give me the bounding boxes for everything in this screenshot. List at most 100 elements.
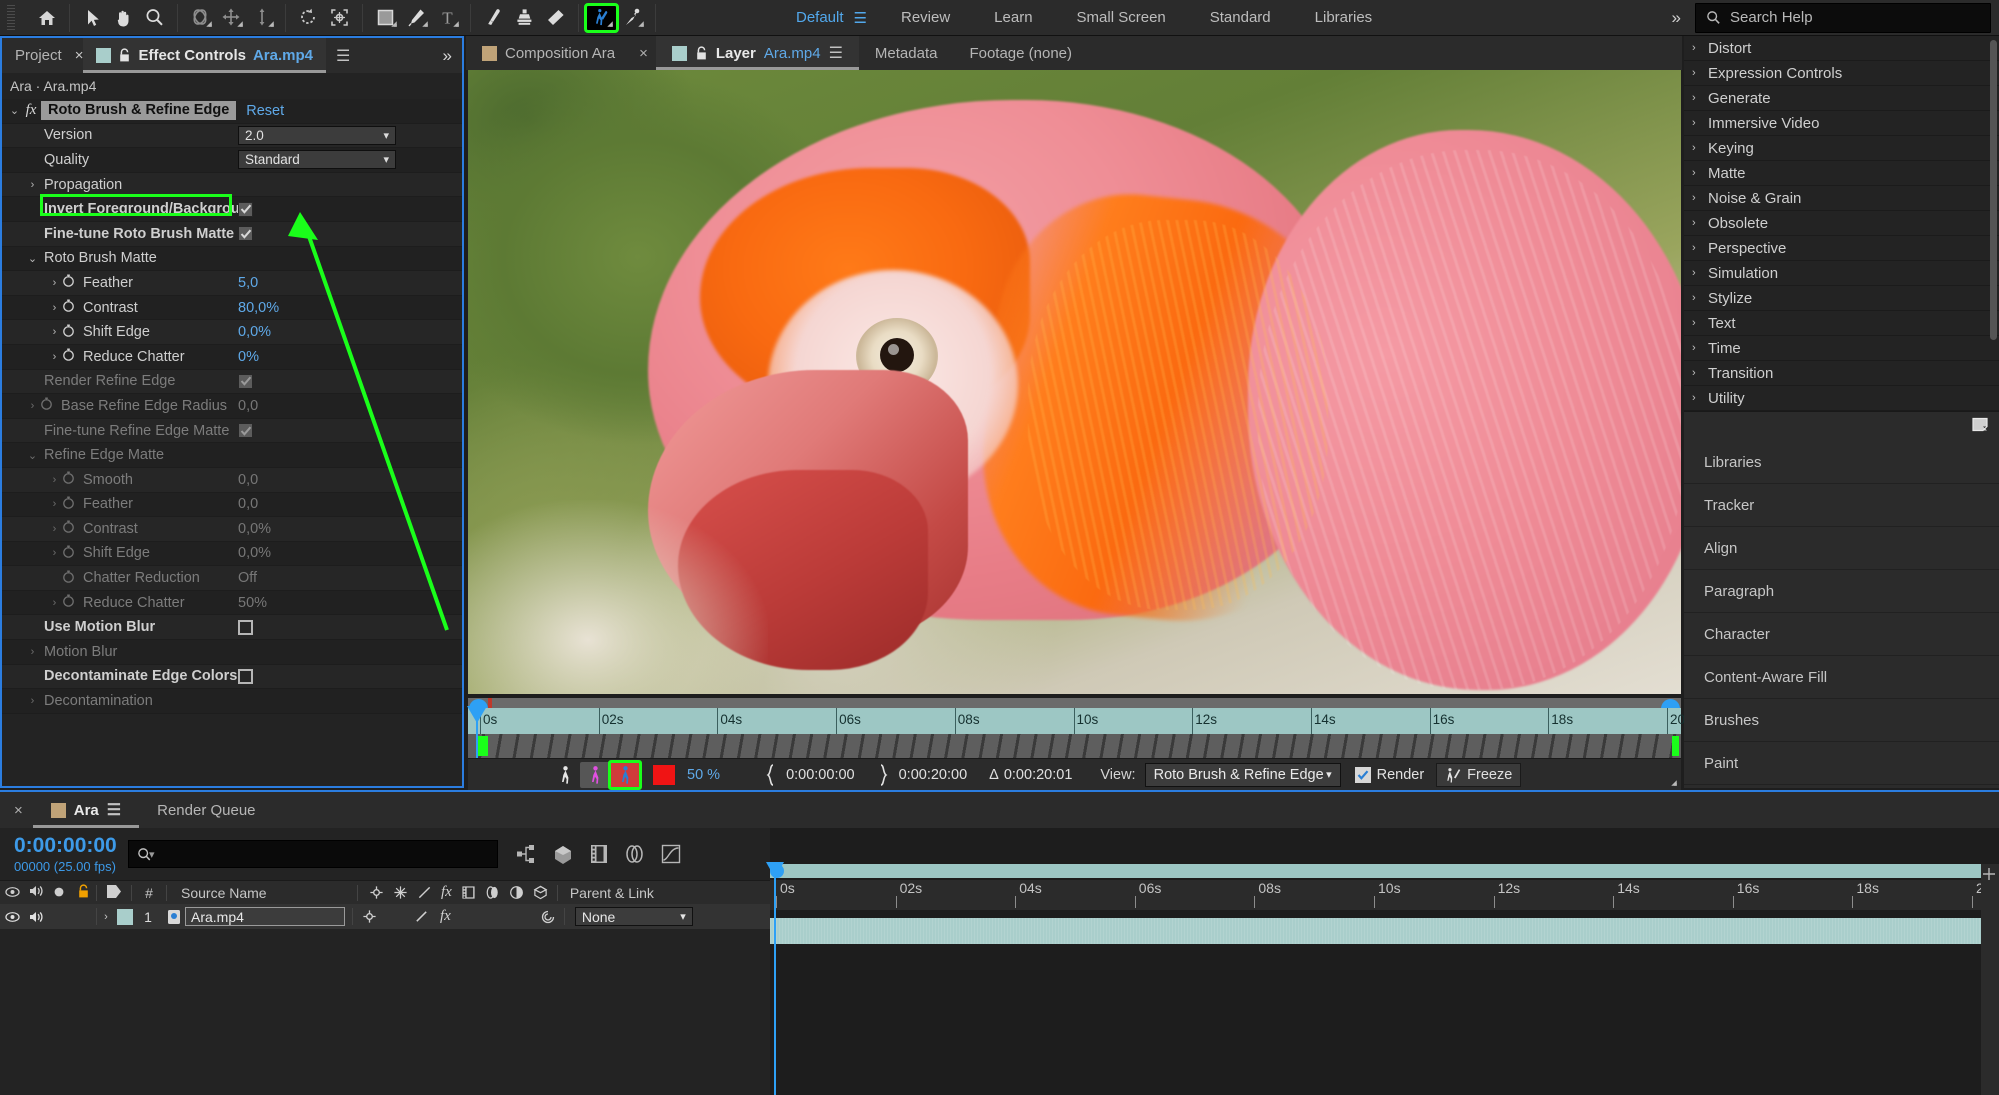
toolbar-grip[interactable] — [4, 4, 18, 31]
effect-row-value[interactable]: 0% — [238, 349, 259, 365]
zoom-tool[interactable] — [139, 5, 170, 31]
twirl-right-icon[interactable]: › — [26, 646, 39, 658]
tab-comp-ara[interactable]: Ara ☰ — [33, 792, 139, 828]
workspace-overflow-icon[interactable]: » — [1658, 8, 1695, 28]
close-project-tab-icon[interactable]: × — [75, 47, 84, 64]
selection-tool[interactable] — [77, 5, 108, 31]
table-row[interactable]: › 1 Ara.mp4 fx None ▾ — [0, 904, 770, 929]
pan-tool[interactable] — [216, 5, 247, 31]
side-tab-tracker[interactable]: Tracker — [1684, 484, 1999, 527]
effect-category-time[interactable]: › Time — [1684, 336, 1999, 361]
timeline-menu-icon[interactable]: ☰ — [107, 800, 121, 820]
effect-row-use-motion-blur[interactable]: Use Motion Blur — [2, 615, 462, 641]
effect-row-checkbox[interactable] — [238, 668, 253, 684]
effect-row-value[interactable]: 0,0 — [238, 496, 258, 512]
effect-row-fine-tune-refine-edge-matte[interactable]: Fine-tune Refine Edge Matte — [2, 418, 462, 444]
tab-metadata[interactable]: Metadata — [859, 36, 954, 70]
workspace-tab-standard[interactable]: Standard — [1188, 0, 1293, 36]
stopwatch-icon[interactable] — [61, 519, 78, 538]
side-tab-paint[interactable]: Paint — [1684, 742, 1999, 785]
tab-footage[interactable]: Footage (none) — [953, 36, 1088, 70]
orbit-tool[interactable] — [185, 5, 216, 31]
effect-row-shift-edge[interactable]: › Shift Edge 0,0% — [2, 320, 462, 345]
twirl-right-icon[interactable]: › — [1692, 142, 1708, 154]
effect-category-obsolete[interactable]: › Obsolete — [1684, 211, 1999, 236]
layer-adjustment-switch[interactable] — [414, 909, 429, 924]
side-tab-libraries[interactable]: Libraries — [1684, 441, 1999, 484]
viewer-time-ruler[interactable]: 0s 02s 04s 06s 08s 10s 12s 14s 16s 18s 20s — [468, 708, 1692, 734]
twirl-right-icon[interactable]: › — [1692, 367, 1708, 379]
effects-scrollbar[interactable] — [1990, 40, 1997, 340]
effect-category-simulation[interactable]: › Simulation — [1684, 261, 1999, 286]
layer-viewer-menu-icon[interactable]: ☰ — [829, 43, 843, 63]
tab-layer-ara[interactable]: Layer Ara.mp4 ☰ — [655, 36, 859, 70]
viewer-playhead[interactable] — [467, 700, 487, 758]
timeline-track-area[interactable]: 0s02s04s06s08s10s12s14s16s18s20s — [766, 828, 1999, 1095]
effect-row-chatter-reduction[interactable]: Chatter Reduction Off — [2, 566, 462, 591]
freeze-button[interactable]: Freeze — [1436, 762, 1522, 787]
effect-header-row[interactable]: ⌄ fx Roto Brush & Refine Edge Reset — [2, 99, 462, 124]
brush-tool[interactable] — [478, 5, 509, 31]
twirl-right-icon[interactable]: › — [48, 302, 61, 314]
hand-tool[interactable] — [108, 5, 139, 31]
effect-row-checkbox[interactable] — [238, 201, 253, 217]
tab-effect-controls[interactable]: Effect Controls Ara.mp4 — [83, 38, 326, 73]
twirl-right-icon[interactable]: › — [1692, 167, 1708, 179]
viewer-canvas[interactable] — [468, 70, 1681, 694]
effect-category-generate[interactable]: › Generate — [1684, 86, 1999, 111]
toggle-alpha-overlay-icon[interactable] — [580, 761, 610, 788]
stopwatch-icon[interactable] — [61, 273, 78, 292]
effect-row-motion-blur[interactable]: › Motion Blur — [2, 640, 462, 665]
stopwatch-icon[interactable] — [61, 569, 78, 588]
effect-row-propagation[interactable]: › Propagation — [2, 172, 462, 198]
workspace-tab-review[interactable]: Review — [879, 0, 972, 36]
home-icon[interactable] — [31, 5, 62, 31]
effect-row-smooth[interactable]: › Smooth 0,0 — [2, 467, 462, 493]
twirl-right-icon[interactable]: › — [26, 179, 39, 191]
side-tab-align[interactable]: Align — [1684, 527, 1999, 570]
effect-category-text[interactable]: › Text — [1684, 311, 1999, 336]
twirl-right-icon[interactable]: › — [48, 547, 61, 559]
tab-render-queue[interactable]: Render Queue — [139, 792, 273, 828]
effect-row-version[interactable]: Version 2.0 ▾ — [2, 123, 462, 149]
effect-row-value[interactable]: 0,0% — [238, 545, 271, 561]
effect-row-reduce-chatter[interactable]: › Reduce Chatter 50% — [2, 590, 462, 616]
effect-row-value[interactable]: 50% — [238, 595, 267, 611]
twirl-right-icon[interactable]: › — [1692, 67, 1708, 79]
twirl-right-icon[interactable]: › — [1692, 42, 1708, 54]
effect-category-perspective[interactable]: › Perspective — [1684, 236, 1999, 261]
alpha-opacity-value[interactable]: 50 % — [687, 767, 720, 783]
stopwatch-icon[interactable] — [61, 593, 78, 612]
layer-motion-blur-switch[interactable] — [540, 909, 556, 925]
timeline-search-input[interactable]: ▾ — [128, 840, 498, 868]
side-tab-character[interactable]: Character — [1684, 613, 1999, 656]
out-point-value[interactable]: 0:00:20:00 — [899, 767, 968, 783]
view-select[interactable]: Roto Brush & Refine Edge ▾ — [1144, 762, 1341, 787]
stopwatch-icon[interactable] — [61, 544, 78, 563]
effect-row-value[interactable]: 0,0% — [238, 521, 271, 537]
stopwatch-icon[interactable] — [61, 495, 78, 514]
layer-audio-toggle[interactable] — [24, 910, 48, 924]
effect-row-value[interactable]: 0,0% — [238, 324, 271, 340]
roto-brush-tool[interactable] — [584, 2, 619, 33]
effect-controls-menu-icon[interactable]: ☰ — [326, 46, 360, 66]
layer-label-swatch[interactable] — [117, 908, 133, 925]
effect-category-immersive-video[interactable]: › Immersive Video — [1684, 111, 1999, 136]
close-timeline-tab-icon[interactable]: × — [0, 802, 33, 819]
twirl-right-icon[interactable]: › — [48, 351, 61, 363]
viewer-roto-span-bar[interactable] — [468, 734, 1681, 758]
rotation-tool[interactable] — [293, 5, 324, 31]
in-point-value[interactable]: 0:00:00:00 — [786, 767, 855, 783]
effect-category-noise-grain[interactable]: › Noise & Grain — [1684, 186, 1999, 211]
twirl-right-icon[interactable]: › — [1692, 92, 1708, 104]
twirl-right-icon[interactable]: › — [1692, 342, 1708, 354]
layer-anchor-switch[interactable] — [362, 909, 377, 924]
workspace-tab-default[interactable]: Default — [774, 0, 866, 36]
effect-row-checkbox[interactable] — [238, 373, 253, 389]
twirl-right-icon[interactable]: › — [1692, 242, 1708, 254]
new-folder-icon[interactable] — [1971, 415, 1990, 434]
effect-row-checkbox[interactable] — [238, 619, 253, 635]
effect-row-refine-edge-matte[interactable]: ⌄ Refine Edge Matte — [2, 443, 462, 468]
timeline-empty-area[interactable] — [770, 944, 1999, 1095]
timeline-workarea-bar[interactable] — [770, 864, 1999, 878]
